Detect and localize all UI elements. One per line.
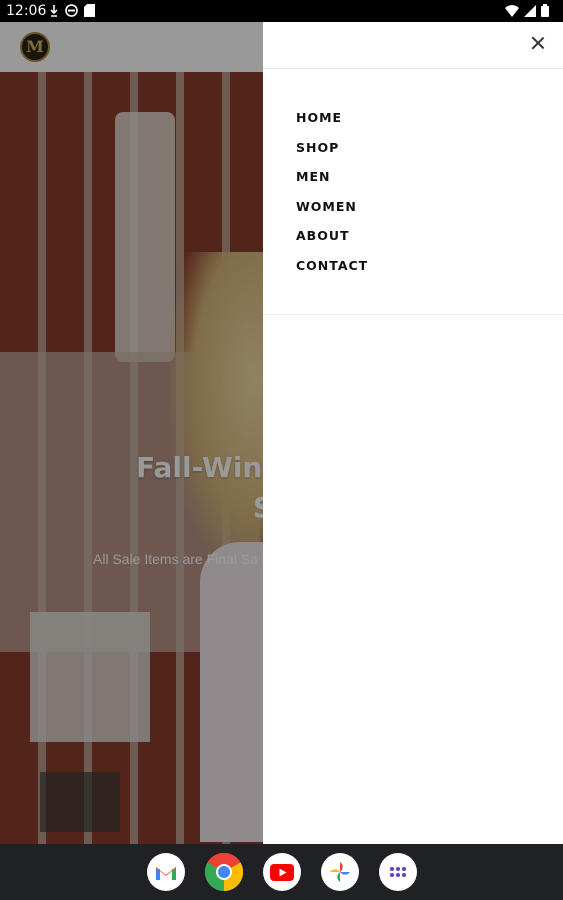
drawer-menu: HOME SHOP MEN WOMEN ABOUT CONTACT — [296, 108, 368, 285]
youtube-icon[interactable] — [262, 853, 301, 891]
nav-drawer: HOME SHOP MEN WOMEN ABOUT CONTACT — [263, 22, 563, 844]
signal-icon — [524, 4, 536, 17]
chrome-icon[interactable] — [204, 853, 243, 891]
wifi-icon — [505, 4, 519, 17]
download-icon — [50, 5, 58, 17]
menu-item-men[interactable]: MEN — [296, 167, 368, 197]
close-icon[interactable] — [531, 36, 545, 50]
status-bar: 12:06 — [0, 0, 563, 22]
menu-item-shop[interactable]: SHOP — [296, 138, 368, 168]
photos-icon[interactable] — [320, 853, 359, 891]
app-drawer-icon[interactable] — [378, 853, 417, 891]
vpn-icon — [65, 4, 78, 17]
menu-item-home[interactable]: HOME — [296, 108, 368, 138]
battery-icon — [541, 4, 549, 17]
sd-card-icon — [84, 4, 95, 17]
status-icons-right — [505, 4, 549, 17]
menu-item-about[interactable]: ABOUT — [296, 226, 368, 256]
status-time: 12:06 — [6, 3, 47, 19]
system-dock — [0, 844, 563, 900]
gmail-icon[interactable] — [146, 853, 185, 891]
drawer-divider — [263, 314, 563, 315]
status-icons-left — [49, 4, 95, 17]
menu-item-women[interactable]: WOMEN — [296, 197, 368, 227]
web-page: M Fall-Wint S All Sale Items are Final S… — [0, 22, 563, 844]
menu-item-contact[interactable]: CONTACT — [296, 256, 368, 286]
drawer-header — [263, 22, 563, 69]
